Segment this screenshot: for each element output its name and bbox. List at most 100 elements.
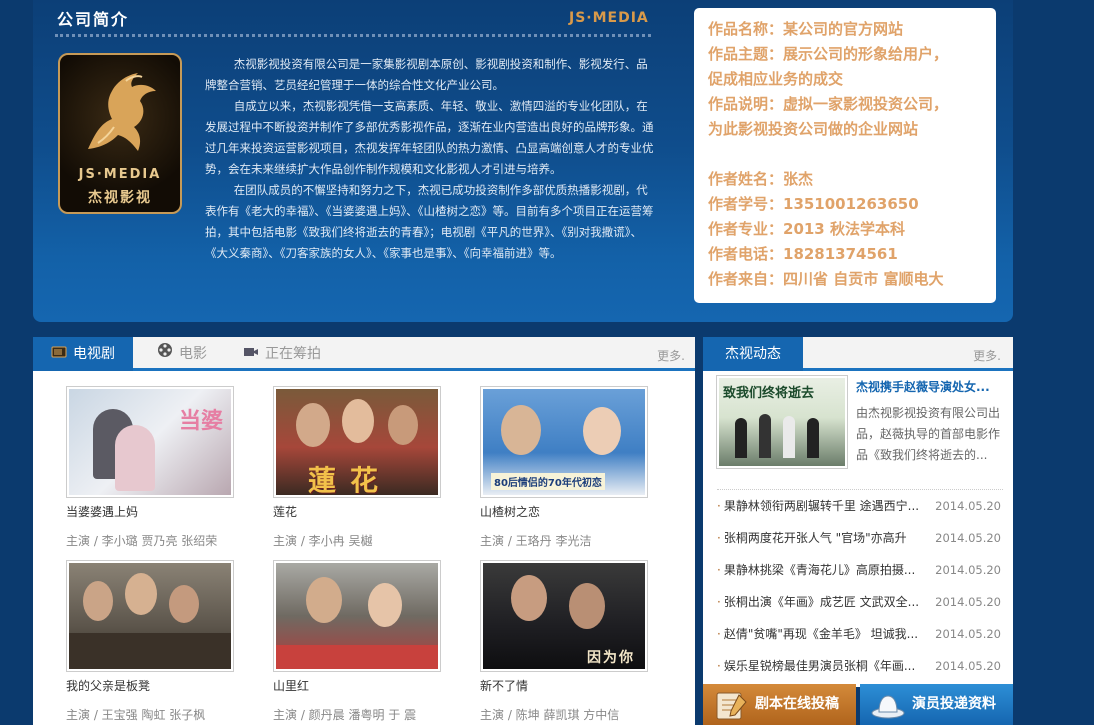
featured-news-title[interactable]: 杰视携手赵薇导演处女... (856, 378, 1006, 395)
news-tab-bar: 杰视动态 更多. (703, 337, 1013, 371)
tab-label: 正在筹拍 (265, 346, 321, 362)
bullet-icon: · (717, 627, 721, 641)
news-date: 2014.05.20 (935, 531, 1001, 545)
work-card[interactable]: 蓮花 莲花 主演 / 李小冉 吴樾 (273, 386, 453, 549)
poster-image[interactable] (273, 560, 441, 672)
news-item[interactable]: · 娱乐星锐榜最佳男演员张桐《年画... 2014.05.20 (717, 652, 1003, 684)
hat-icon (870, 689, 906, 725)
work-title[interactable]: 山楂树之恋 (480, 503, 660, 520)
poster-image[interactable]: 80后情侣的70年代初恋 (480, 386, 648, 498)
work-title[interactable]: 当婆婆遇上妈 (66, 503, 246, 520)
tab-in-preparation[interactable]: 正在筹拍 (243, 337, 353, 371)
news-title[interactable]: 果静林挑梁《青海花儿》高原拍摄... (724, 556, 929, 584)
intro-paragraph: 在团队成员的不懈坚持和努力之下，杰视已成功投资制作多部优质热播影视剧，代表作有《… (205, 183, 654, 260)
poster-image[interactable] (66, 560, 234, 672)
poster-caption: 当婆 (178, 409, 223, 434)
news-item[interactable]: · 张桐出演《年画》成艺匠 文武双全... 2014.05.20 (717, 588, 1003, 620)
intro-brand: JS·MEDIA (569, 10, 649, 26)
news-title[interactable]: 赵倩"贫嘴"再现《金羊毛》 坦诚我... (724, 620, 929, 648)
info-line: 作者学号：1351001263650 (708, 195, 919, 213)
notebook-icon (713, 689, 749, 725)
work-title[interactable]: 我的父亲是板凳 (66, 677, 246, 694)
intro-paragraph: 杰视影视投资有限公司是一家集影视剧本原创、影视剧投资和制作、影视发行、品牌整合营… (205, 57, 648, 92)
info-line: 作品主题：展示公司的形象给用户， (708, 45, 949, 63)
work-card[interactable]: 我的父亲是板凳 主演 / 王宝强 陶虹 张子枫 (66, 560, 246, 723)
info-line: 作者专业：2013 秋法学本科 (708, 220, 905, 238)
works-tab-bar: 电视剧 电影 正在筹拍 更多. (33, 337, 695, 371)
tab-label: 电视剧 (73, 346, 115, 362)
info-line: 为此影视投资公司做的企业网站 (708, 120, 919, 138)
news-title[interactable]: 张桐两度花开张人气 "官场"亦高升 (724, 524, 929, 552)
news-item[interactable]: · 赵倩"贫嘴"再现《金羊毛》 坦诚我... 2014.05.20 (717, 620, 1003, 652)
divider (55, 34, 651, 37)
work-card[interactable]: 当婆 当婆婆遇上妈 主演 / 李小璐 贾乃亮 张绍荣 (66, 386, 246, 549)
more-link[interactable]: 更多. (973, 347, 1001, 364)
poster-caption: 因为你 (587, 650, 635, 666)
work-cast: 主演 / 颜丹晨 潘粤明 于 震 (273, 708, 417, 722)
intro-body: 杰视影视投资有限公司是一家集影视剧本原创、影视剧投资和制作、影视发行、品牌整合营… (205, 54, 659, 264)
info-line: 作者来自：四川省 自贡市 富顺电大 (708, 270, 944, 288)
work-cast: 主演 / 李小璐 贾乃亮 张绍荣 (66, 534, 218, 548)
logo-text-en: JS·MEDIA (78, 167, 162, 182)
news-date: 2014.05.20 (935, 595, 1001, 609)
company-logo: JS·MEDIA 杰视影视 (58, 53, 182, 214)
work-card[interactable]: 因为你 新不了情 主演 / 陈坤 薛凯琪 方中信 (480, 560, 660, 723)
work-cast: 主演 / 王珞丹 李光洁 (480, 534, 592, 548)
bullet-icon: · (717, 499, 721, 513)
featured-image-caption: 致我们终将逝去 (723, 386, 815, 401)
news-date: 2014.05.20 (935, 563, 1001, 577)
film-reel-icon (157, 337, 173, 371)
tab-label: 电影 (179, 346, 207, 362)
work-cast: 主演 / 王宝强 陶虹 张子枫 (66, 708, 206, 722)
news-title[interactable]: 娱乐星锐榜最佳男演员张桐《年画... (724, 652, 929, 680)
news-date: 2014.05.20 (935, 659, 1001, 673)
work-cast: 主演 / 李小冉 吴樾 (273, 534, 373, 548)
horse-icon (88, 73, 156, 151)
author-info-card: 作品名称：某公司的官方网站 作品主题：展示公司的形象给用户， 促成相应业务的成交… (694, 8, 996, 303)
camera-icon (243, 337, 259, 371)
info-line: 作者电话：18281374561 (708, 245, 898, 263)
info-line: 促成相应业务的成交 (708, 70, 844, 88)
news-item[interactable]: · 果静林领衔两剧辗转千里 途遇西宁... 2014.05.20 (717, 492, 1003, 524)
intro-paragraph: 自成立以来，杰视影视凭借一支高素质、年轻、敬业、激情四溢的专业化团队，在发展过程… (205, 99, 654, 176)
poster-image[interactable]: 因为你 (480, 560, 648, 672)
submit-script-button[interactable]: 剧本在线投稿 (703, 684, 856, 725)
tab-movie[interactable]: 电影 (157, 337, 227, 371)
poster-caption: 蓮花 (308, 464, 393, 495)
info-line: 作品名称：某公司的官方网站 (708, 20, 904, 38)
news-title[interactable]: 张桐出演《年画》成艺匠 文武双全... (724, 588, 929, 616)
work-title[interactable]: 山里红 (273, 677, 453, 694)
featured-news-image[interactable]: 致我们终将逝去 (716, 375, 848, 469)
poster-caption: 80后情侣的70年代初恋 (491, 473, 605, 490)
tv-icon (51, 337, 67, 371)
news-panel: 杰视动态 更多. 致我们终将逝去 杰视携手赵薇导演处女... 由杰视影视投资有限… (703, 337, 1013, 687)
intro-title: 公司简介 (57, 10, 130, 29)
works-panel: 电视剧 电影 正在筹拍 更多. 当婆 当婆婆遇上妈 主演 / 李小璐 贾乃亮 张… (33, 337, 695, 725)
info-line: 作品说明：虚拟一家影视投资公司， (708, 95, 949, 113)
poster-image[interactable]: 蓮花 (273, 386, 441, 498)
bullet-icon: · (717, 563, 721, 577)
bullet-icon: · (717, 595, 721, 609)
featured-news-desc: 由杰视影视投资有限公司出品，赵薇执导的首部电影作品《致我们终将逝去的... (856, 406, 1001, 462)
work-title[interactable]: 新不了情 (480, 677, 660, 694)
work-card[interactable]: 山里红 主演 / 颜丹晨 潘粤明 于 震 (273, 560, 453, 723)
news-item[interactable]: · 张桐两度花开张人气 "官场"亦高升 2014.05.20 (717, 524, 1003, 556)
tab-news[interactable]: 杰视动态 (703, 337, 803, 371)
info-line: 作者姓名：张杰 (708, 170, 814, 188)
news-title[interactable]: 果静林领衔两剧辗转千里 途遇西宁... (724, 492, 929, 520)
bullet-icon: · (717, 659, 721, 673)
work-title[interactable]: 莲花 (273, 503, 453, 520)
actor-submission-button[interactable]: 演员投递资料 (860, 684, 1013, 725)
news-date: 2014.05.20 (935, 627, 1001, 641)
button-label: 剧本在线投稿 (755, 696, 839, 712)
tab-tv-series[interactable]: 电视剧 (33, 337, 133, 371)
news-item[interactable]: · 果静林挑梁《青海花儿》高原拍摄... 2014.05.20 (717, 556, 1003, 588)
more-link[interactable]: 更多. (657, 347, 685, 364)
news-list: · 果静林领衔两剧辗转千里 途遇西宁... 2014.05.20 · 张桐两度花开张人… (717, 489, 1003, 684)
logo-text-cn: 杰视影视 (88, 190, 152, 206)
poster-image[interactable]: 当婆 (66, 386, 234, 498)
button-label: 演员投递资料 (912, 696, 996, 712)
work-cast: 主演 / 陈坤 薛凯琪 方中信 (480, 708, 620, 722)
bullet-icon: · (717, 531, 721, 545)
work-card[interactable]: 80后情侣的70年代初恋 山楂树之恋 主演 / 王珞丹 李光洁 (480, 386, 660, 549)
